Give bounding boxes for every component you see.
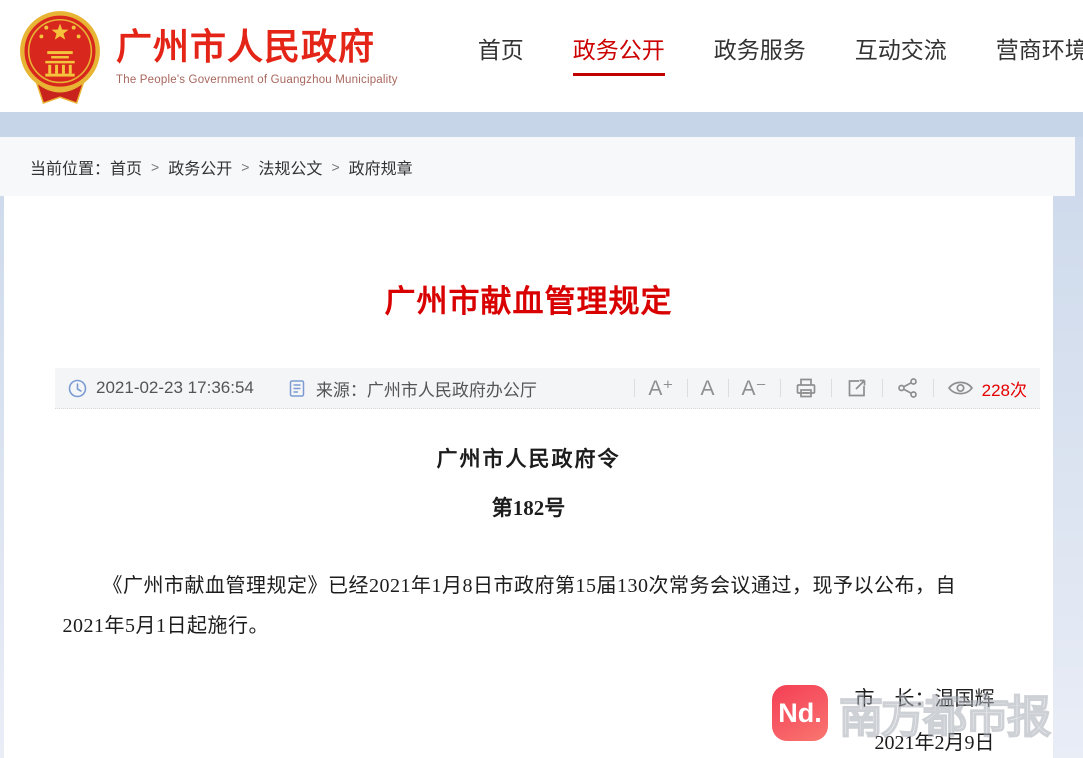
share-button[interactable] [896,376,920,400]
decree-paragraph: 《广州市献血管理规定》已经2021年1月8日市政府第15届130次常务会议通过，… [63,566,995,646]
nd-logo-icon: Nd. [772,685,828,741]
site-name: 广州市人民政府 [116,26,398,67]
nav-item-interaction[interactable]: 互动交流 [855,36,947,77]
views-count: 228次 [982,376,1027,401]
watermark-text: 南方都市报 [839,681,1049,745]
font-decrease-button[interactable]: A⁻ [742,378,767,399]
breadcrumb-separator: > [331,159,339,175]
source-document-icon [288,379,307,398]
nav-item-home[interactable]: 首页 [478,36,524,77]
breadcrumb-label: 当前位置： [30,155,110,179]
national-emblem-icon [18,8,102,104]
site-name-english: The People's Government of Guangzhou Mun… [116,74,398,86]
breadcrumb-home[interactable]: 首页 [110,155,142,179]
print-button[interactable] [794,376,818,400]
clock-icon [68,379,87,398]
views-indicator: 228次 [947,376,1027,401]
font-increase-button[interactable]: A⁺ [648,378,673,399]
decree-heading: 广州市人民政府令 [4,443,1053,473]
toolbar-divider [634,379,635,397]
header-divider-band [0,112,1083,137]
breadcrumb-separator: > [151,159,159,175]
article-container: 广州市献血管理规定 2021-02-23 17:36:54 来源： 广州市人民政… [4,196,1053,758]
nav-item-gov-services[interactable]: 政务服务 [714,36,806,77]
breadcrumb-separator: > [241,159,249,175]
toolbar-divider [933,379,934,397]
toolbar-divider [882,379,883,397]
news-watermark: Nd. 南方都市报 [772,681,1049,745]
toolbar-divider [780,379,781,397]
toolbar-divider [687,379,688,397]
toolbar-divider [728,379,729,397]
decree-number: 第182号 [4,492,1053,522]
nav-item-gov-info[interactable]: 政务公开 [573,36,665,77]
breadcrumb-gov-info[interactable]: 政务公开 [168,155,232,179]
article-meta-bar: 2021-02-23 17:36:54 来源： 广州市人民政府办公厅 A⁺ A … [55,368,1040,409]
main-nav: 首页 政务公开 政务服务 互动交流 营商环境 [478,36,1083,77]
font-reset-button[interactable]: A [701,378,715,399]
toolbar-divider [831,379,832,397]
breadcrumb-regulations[interactable]: 法规公文 [258,155,322,179]
source-value: 广州市人民政府办公厅 [367,376,537,401]
site-header: 广州市人民政府 The People's Government of Guang… [0,0,1083,112]
breadcrumb: 当前位置： 首页 > 政务公开 > 法规公文 > 政府规章 [0,137,1075,196]
export-button[interactable] [845,376,869,400]
article-title: 广州市献血管理规定 [4,196,1053,321]
eye-icon [947,378,974,398]
site-logo[interactable]: 广州市人民政府 The People's Government of Guang… [0,8,398,104]
source-label: 来源： [316,376,367,401]
nav-item-business-env[interactable]: 营商环境 [996,36,1083,77]
breadcrumb-gov-rules[interactable]: 政府规章 [349,155,413,179]
publish-datetime: 2021-02-23 17:36:54 [96,378,254,398]
